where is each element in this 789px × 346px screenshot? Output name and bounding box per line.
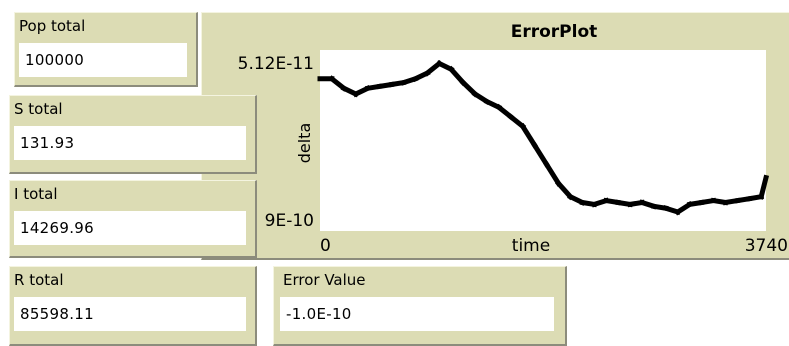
monitor-value: 85598.11 bbox=[14, 297, 246, 331]
monitor-r-total: R total 85598.11 bbox=[9, 266, 257, 346]
monitor-label: S total bbox=[14, 100, 63, 118]
monitor-value: 131.93 bbox=[14, 126, 246, 160]
y-min-label: 9E-10 bbox=[265, 211, 314, 231]
monitor-value: 100000 bbox=[19, 43, 187, 77]
monitor-label: Error Value bbox=[283, 271, 366, 289]
monitor-label: I total bbox=[14, 185, 58, 203]
monitor-value: 14269.96 bbox=[14, 211, 246, 245]
monitor-s-total: S total 131.93 bbox=[9, 95, 257, 174]
monitor-label: Pop total bbox=[19, 17, 86, 35]
monitor-value: -1.0E-10 bbox=[280, 297, 554, 331]
monitor-pop-total: Pop total 100000 bbox=[14, 12, 198, 87]
monitor-error-value: Error Value -1.0E-10 bbox=[273, 266, 567, 346]
y-axis-label: delta bbox=[295, 123, 314, 164]
x-min-label: 0 bbox=[320, 236, 331, 256]
monitor-label: R total bbox=[14, 271, 64, 289]
x-max-label: 3740 bbox=[745, 236, 788, 256]
error-plot[interactable]: ErrorPlot 5.12E-11 9E-10 delta 0 time 37… bbox=[201, 12, 789, 260]
error-plot-svg: ErrorPlot 5.12E-11 9E-10 delta 0 time 37… bbox=[238, 22, 788, 256]
x-axis-label: time bbox=[512, 236, 550, 256]
y-max-label: 5.12E-11 bbox=[238, 54, 314, 74]
plot-title: ErrorPlot bbox=[511, 22, 598, 42]
monitor-i-total: I total 14269.96 bbox=[9, 180, 257, 258]
